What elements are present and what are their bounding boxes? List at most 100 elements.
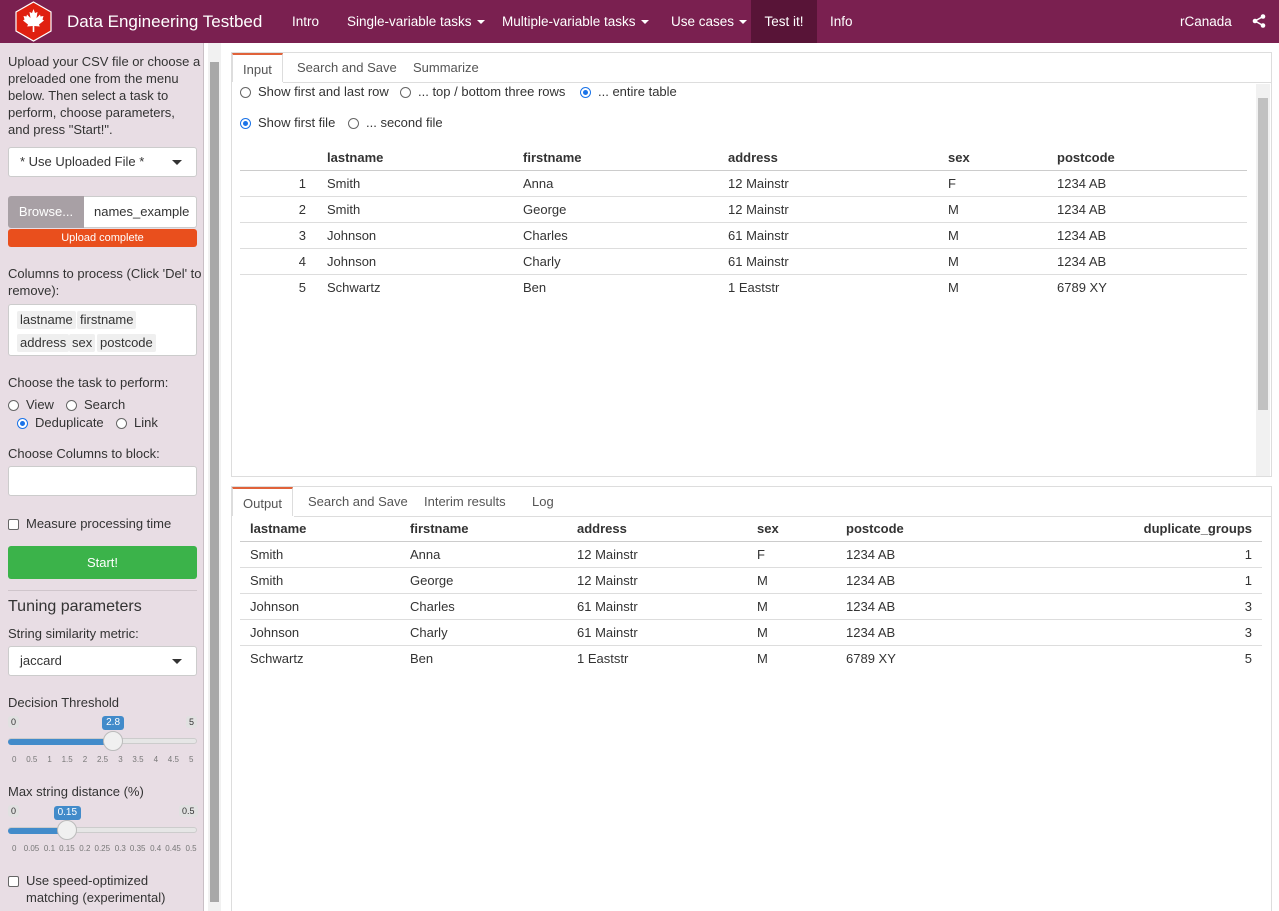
show-first-file-label[interactable]: Show first file	[258, 115, 335, 130]
threshold-handle[interactable]	[103, 731, 124, 751]
task-link-radio[interactable]	[116, 418, 127, 429]
table-cell: M	[757, 651, 768, 666]
table-cell: M	[948, 228, 959, 243]
sidebar-intro-line: below. Then select a task to	[8, 88, 169, 103]
metric-select[interactable]: jaccard	[8, 646, 197, 676]
tab-output[interactable]: Output	[232, 487, 294, 516]
file-select[interactable]: * Use Uploaded File *	[8, 147, 197, 177]
table-cell: 1234 AB	[846, 573, 896, 588]
column-tag[interactable]: address	[17, 334, 70, 352]
caret-down-icon	[172, 160, 182, 165]
table-cell: 12 Mainstr	[577, 547, 638, 562]
nav-test-it[interactable]: Test it!	[751, 0, 817, 43]
table-divider	[240, 541, 1262, 542]
sidebar-scrollbar-thumb[interactable]	[210, 62, 219, 902]
table-cell: 1 Eaststr	[577, 651, 629, 666]
nav-use-cases[interactable]: Use cases	[660, 0, 758, 43]
nav-rcanada[interactable]: rCanada	[1180, 0, 1232, 43]
slider-tick-label: 0.3	[114, 844, 126, 853]
measure-time-label[interactable]: Measure processing time	[26, 515, 171, 532]
speed-optimized-label[interactable]: matching (experimental)	[26, 889, 165, 906]
table-cell: 61 Mainstr	[728, 228, 789, 243]
threshold-min: 0	[8, 716, 20, 728]
slider-tick-label: 0.35	[129, 844, 146, 853]
output-col-header: lastname	[250, 521, 307, 536]
row-divider	[240, 567, 1262, 568]
threshold-max: 5	[186, 716, 198, 728]
task-search-label[interactable]: Search	[84, 396, 125, 413]
task-deduplicate-label[interactable]: Deduplicate	[35, 414, 104, 431]
second-file-radio[interactable]	[348, 118, 359, 129]
tab-output-search-and-save[interactable]: Search and Save	[298, 487, 418, 516]
table-cell: M	[948, 202, 959, 217]
show-first-last-row-radio[interactable]	[240, 87, 251, 98]
task-search-radio[interactable]	[66, 400, 77, 411]
start-button[interactable]: Start!	[8, 546, 197, 579]
speed-optimized-label[interactable]: Use speed-optimized	[26, 872, 148, 889]
column-tag[interactable]: lastname	[17, 311, 76, 329]
task-link-label[interactable]: Link	[134, 414, 158, 431]
block-columns-input[interactable]	[8, 466, 197, 496]
measure-time-checkbox[interactable]	[8, 519, 19, 530]
row-divider	[240, 619, 1262, 620]
browse-button[interactable]: Browse...	[8, 196, 84, 228]
speed-optimized-checkbox[interactable]	[8, 876, 19, 887]
table-cell: Johnson	[250, 625, 300, 640]
nav-multiple-variable-tasks[interactable]: Multiple-variable tasks	[491, 0, 660, 43]
metric-select-value: jaccard	[20, 653, 62, 668]
tab-search-and-save[interactable]: Search and Save	[287, 53, 407, 82]
table-cell: F	[948, 176, 956, 191]
table-cell: Charly	[410, 625, 448, 640]
slider-tick-label: 1	[47, 755, 52, 764]
file-name-field[interactable]: names_example	[84, 196, 197, 228]
table-cell: 12 Mainstr	[728, 176, 789, 191]
top-bottom-three-rows-label[interactable]: ... top / bottom three rows	[418, 84, 565, 99]
table-cell: M	[948, 254, 959, 269]
show-first-file-radio[interactable]	[240, 118, 251, 129]
share-icon[interactable]	[1252, 14, 1266, 28]
table-cell: 1234 AB	[846, 625, 896, 640]
task-label: Choose the task to perform:	[8, 375, 169, 390]
entire-table-label[interactable]: ... entire table	[598, 84, 677, 99]
app-title[interactable]: Data Engineering Testbed	[67, 12, 262, 32]
column-tag[interactable]: postcode	[97, 334, 156, 352]
input-scrollbar-thumb[interactable]	[1258, 98, 1268, 410]
table-cell: 61 Mainstr	[728, 254, 789, 269]
column-tag[interactable]: firstname	[77, 311, 137, 329]
columns-label-line: remove):	[8, 283, 60, 298]
output-col-header: sex	[757, 521, 779, 536]
caret-down-icon	[739, 20, 748, 25]
threshold-fill	[8, 739, 114, 745]
task-view-label[interactable]: View	[26, 396, 54, 413]
entire-table-radio[interactable]	[580, 87, 591, 98]
tab-log[interactable]: Log	[522, 487, 564, 516]
table-cell: Johnson	[327, 228, 377, 243]
column-tag[interactable]: sex	[69, 334, 96, 352]
table-cell: Smith	[327, 202, 361, 217]
task-deduplicate-radio[interactable]	[17, 418, 28, 429]
nav-info[interactable]: Info	[819, 0, 864, 43]
nav-single-variable-tasks[interactable]: Single-variable tasks	[336, 0, 496, 43]
table-cell: 1234 AB	[1057, 228, 1107, 243]
show-first-last-row-label[interactable]: Show first and last row	[258, 84, 389, 99]
second-file-label[interactable]: ... second file	[366, 115, 443, 130]
max-distance-handle[interactable]	[57, 820, 78, 840]
tab-summarize[interactable]: Summarize	[403, 53, 489, 82]
output-panel: Output Search and Save Interim results L…	[231, 486, 1272, 911]
slider-tick-label: 0.05	[23, 844, 40, 853]
slider-tick-label: 0.1	[43, 844, 56, 853]
slider-tick-label: 3	[118, 755, 123, 764]
tab-interim-results[interactable]: Interim results	[414, 487, 516, 516]
table-cell: Johnson	[250, 599, 300, 614]
table-cell: George	[410, 573, 454, 588]
nav-intro[interactable]: Intro	[281, 0, 330, 43]
max-distance-label: Max string distance (%)	[8, 784, 144, 799]
task-view-radio[interactable]	[8, 400, 19, 411]
columns-selectize[interactable]: lastname firstname address sex postcode	[8, 304, 197, 356]
tab-input[interactable]: Input	[232, 53, 283, 82]
slider-tick-label: 4.5	[167, 755, 179, 764]
top-bottom-three-rows-radio[interactable]	[400, 87, 411, 98]
output-col-header: postcode	[846, 521, 904, 536]
table-cell: M	[757, 625, 768, 640]
slider-tick-label: 0.25	[94, 844, 111, 853]
